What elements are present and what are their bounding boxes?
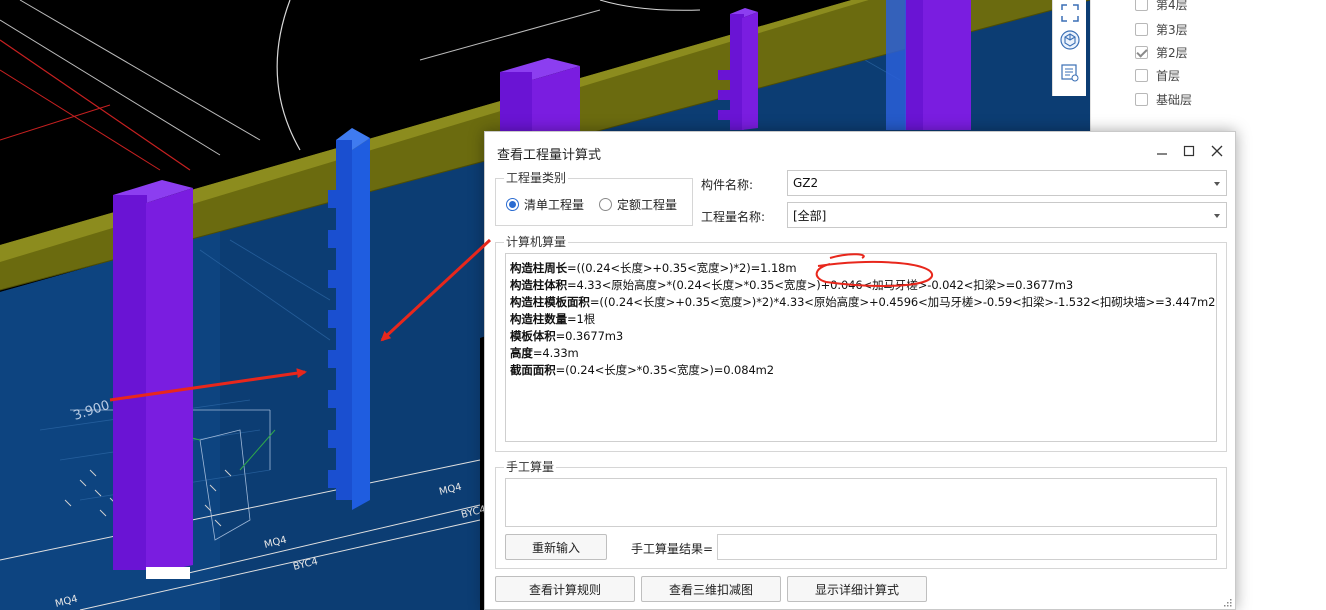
floor-item-4[interactable]: 第4层	[1135, 0, 1188, 14]
view-rules-button[interactable]: 查看计算规则	[495, 576, 635, 602]
floor-checkbox[interactable]	[1135, 68, 1148, 82]
dialog-title: 查看工程量计算式	[497, 148, 602, 163]
view-toolbar	[1052, 0, 1086, 96]
manual-calc-input[interactable]	[505, 478, 1217, 527]
computer-calc-label: 计算机算量	[504, 234, 569, 250]
maximize-icon	[1183, 145, 1195, 157]
floor-label: 第4层	[1156, 0, 1188, 12]
maximize-button[interactable]	[1178, 140, 1200, 162]
floor-label: 第3层	[1156, 22, 1188, 37]
reinput-button[interactable]: 重新输入	[505, 534, 607, 560]
floor-label: 基础层	[1156, 92, 1193, 107]
radio-label: 定额工程量	[617, 198, 678, 212]
floor-checkbox[interactable]	[1135, 92, 1148, 106]
close-icon	[1211, 145, 1223, 157]
floor-checkbox-checked[interactable]	[1135, 45, 1148, 59]
show-detail-formula-button[interactable]: 显示详细计算式	[787, 576, 927, 602]
calc-line: 构造柱数量=1根	[510, 312, 596, 326]
component-name-value: GZ2	[793, 176, 819, 190]
3d-cube-icon[interactable]	[1057, 27, 1083, 53]
fit-view-icon[interactable]	[1057, 0, 1083, 26]
calc-line: 构造柱模板面积=((0.24<长度>+0.35<宽度>)*2)*4.33<原始高…	[510, 295, 1216, 309]
radio-label: 清单工程量	[524, 198, 585, 212]
radio-bill-quantity[interactable]: 清单工程量	[506, 196, 584, 213]
close-button[interactable]	[1206, 140, 1228, 162]
manual-result-label: 手工算量结果=	[631, 542, 714, 556]
quantity-type-label: 工程量类别	[504, 170, 569, 186]
radio-quota-quantity[interactable]: 定额工程量	[599, 196, 677, 213]
quantity-type-group: 工程量类别 清单工程量 定额工程量	[495, 170, 693, 226]
quantity-name-value: [全部]	[793, 208, 827, 223]
calc-line: 构造柱体积=4.33<原始高度>*(0.24<长度>*0.35<宽度>)+0.0…	[510, 278, 1074, 292]
floor-item-2[interactable]: 第2层	[1135, 42, 1188, 62]
manual-calc-label: 手工算量	[504, 459, 557, 475]
floor-checkbox[interactable]	[1135, 0, 1148, 11]
calc-line: 构造柱周长=((0.24<长度>+0.35<宽度>)*2)=1.18m	[510, 261, 797, 275]
computer-calc-text[interactable]: 构造柱周长=((0.24<长度>+0.35<宽度>)*2)=1.18m 构造柱体…	[505, 253, 1217, 442]
floor-label: 首层	[1156, 68, 1181, 83]
manual-result-input[interactable]	[717, 534, 1217, 560]
minimize-icon	[1157, 153, 1167, 155]
floor-item-ground[interactable]: 首层	[1135, 65, 1180, 85]
quantity-formula-dialog: 查看工程量计算式 工程量类别 清单工程量 定额工程量 构件名称: GZ2 工程量…	[484, 131, 1236, 610]
chevron-down-icon	[1214, 182, 1220, 186]
chevron-down-icon	[1214, 214, 1220, 218]
component-name-select[interactable]: GZ2	[787, 170, 1227, 196]
calc-line: 高度=4.33m	[510, 346, 579, 360]
floor-label: 第2层	[1156, 45, 1188, 60]
calc-line: 截面面积=(0.24<长度>*0.35<宽度>)=0.084m2	[510, 363, 774, 377]
floor-item-3[interactable]: 第3层	[1135, 19, 1188, 39]
radio-selected-icon[interactable]	[506, 198, 519, 211]
layer-view-icon[interactable]	[1057, 60, 1083, 86]
quantity-name-label: 工程量名称:	[701, 210, 766, 224]
quantity-name-select[interactable]: [全部]	[787, 202, 1227, 228]
view-3d-deduction-button[interactable]: 查看三维扣减图	[641, 576, 781, 602]
calc-line: 模板体积=0.3677m3	[510, 329, 624, 343]
minimize-button[interactable]	[1151, 140, 1173, 162]
floor-checkbox[interactable]	[1135, 22, 1148, 36]
component-name-label: 构件名称:	[701, 178, 754, 192]
floor-item-foundation[interactable]: 基础层	[1135, 89, 1192, 109]
radio-unselected-icon[interactable]	[599, 198, 612, 211]
resize-grip-icon[interactable]	[1224, 599, 1232, 607]
